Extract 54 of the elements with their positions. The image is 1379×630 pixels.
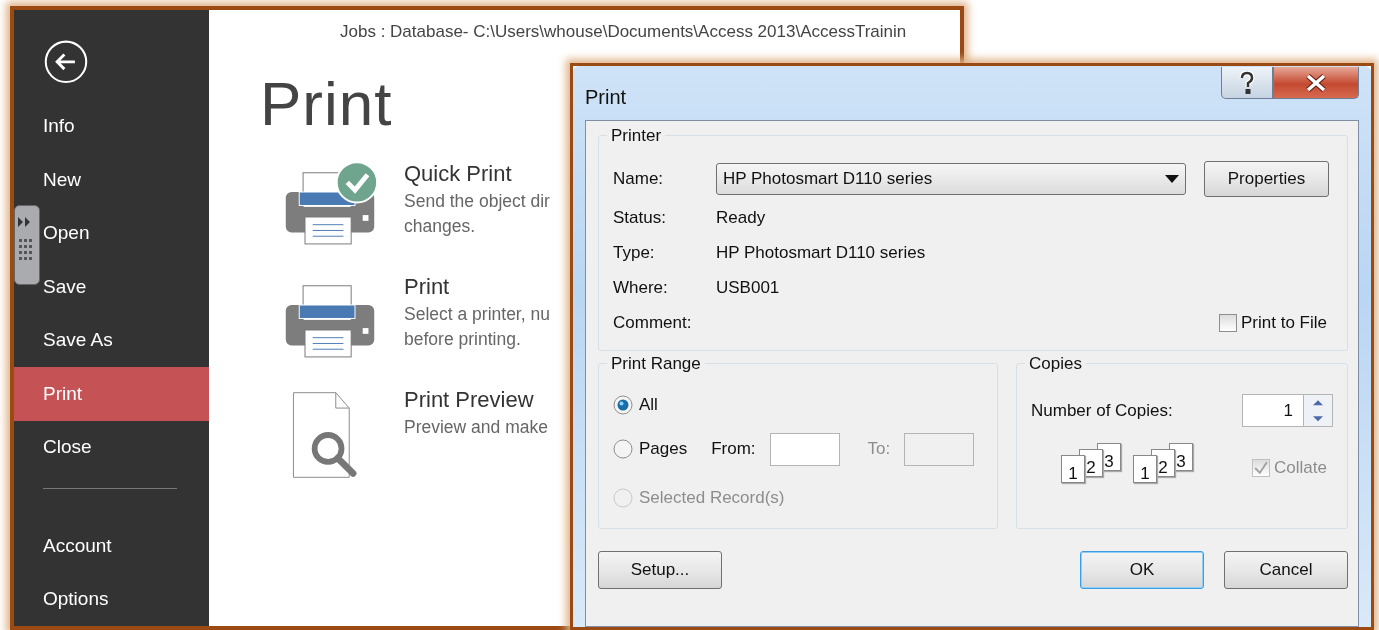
nav-item[interactable]: Save [43,275,87,298]
checkbox[interactable] [1219,313,1237,332]
checkbox-label: Collate [1274,458,1327,478]
field-label: Name: [613,169,665,189]
properties-button[interactable]: Properties [1204,161,1329,197]
field-label: To: [867,439,891,460]
nav-item[interactable]: Close [43,436,92,459]
option-description: Select a printer, nu [404,304,550,325]
radio-button[interactable] [613,394,633,415]
window-title: Jobs : Database- C:\Users\whouse\Documents\Access 2013\AccessTrainin [339,21,908,42]
copies-spinner[interactable]: 1 [1242,394,1333,427]
nav-item[interactable]: New [43,168,81,191]
side-handle-icon[interactable] [14,205,40,285]
group-label: Print Range [607,354,705,374]
from-field[interactable] [769,432,840,466]
radio-label: Pages [639,439,688,460]
nav-item[interactable]: Info [43,115,75,138]
option-title[interactable]: Print [404,274,550,300]
nav-item[interactable]: Print [14,367,209,421]
option-description: before printing. [404,329,522,350]
option-description: Preview and make [404,417,548,438]
field-label: Comment: [613,312,693,333]
field-label: From: [711,439,756,460]
option-title[interactable]: Quick Print [404,161,550,187]
field-label: Status: [613,207,667,228]
field-value: Ready [716,207,766,228]
dialog-button[interactable]: Setup... [598,551,722,589]
radio-label: Selected Record(s) [639,488,785,509]
option-description: Send the object dir [404,191,550,212]
dialog-button[interactable]: OK [1080,551,1204,589]
group-label: Copies [1025,354,1086,374]
checkbox-label: Print to File [1241,312,1327,333]
option-description: changes. [404,216,477,237]
radio-button[interactable] [613,439,633,460]
help-button[interactable] [1221,67,1273,99]
help-icon [1238,70,1256,95]
dialog-button[interactable]: Cancel [1224,551,1348,589]
dropdown-caret-icon [1165,175,1179,183]
field-label: Number of Copies: [1031,400,1173,421]
radio-label: All [639,394,658,415]
nav-item[interactable]: Open [43,222,90,245]
page-heading: Print [260,68,393,139]
dialog-title: Print [585,86,627,109]
printer-dropdown[interactable]: HP Photosmart D110 series [716,163,1186,195]
nav-item[interactable]: Account [43,534,112,557]
field-label: Type: [613,242,656,263]
close-icon [1304,72,1328,93]
field-value: HP Photosmart D110 series [716,242,926,263]
nav-item[interactable]: Save As [43,329,113,352]
close-button[interactable] [1273,67,1359,99]
nav-item[interactable]: Options [43,588,109,611]
option-title[interactable]: Print Preview [404,387,548,413]
field-label: Where: [613,277,669,298]
field-value: USB001 [716,277,780,298]
